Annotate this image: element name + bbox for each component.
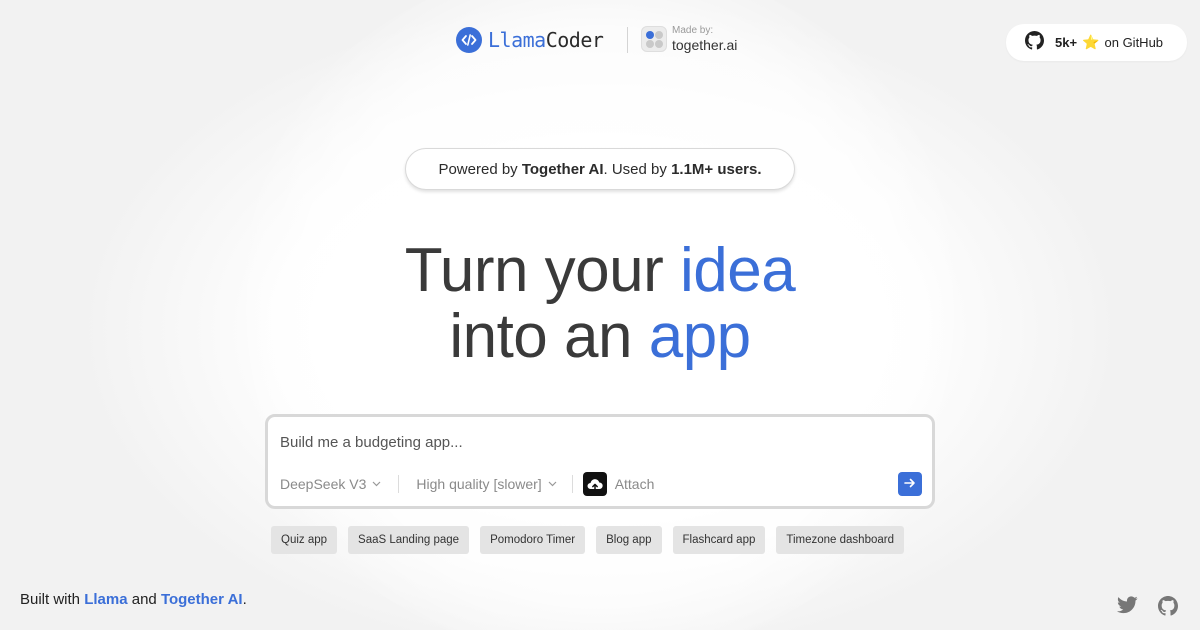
attach-label: Attach — [614, 476, 655, 492]
github-stars-button[interactable]: 5k+ ⭐ on GitHub — [1006, 24, 1187, 61]
brand-logo[interactable]: LlamaCoder — [456, 25, 604, 55]
code-brackets-icon — [456, 27, 482, 53]
headline-line1-accent: idea — [680, 236, 796, 305]
github-star-count: 5k+ — [1055, 35, 1078, 50]
quality-select-value: High quality [slower] — [416, 476, 542, 492]
footer-credits: Built with Llama and Together AI. — [20, 591, 247, 608]
chevron-down-icon — [548, 479, 557, 489]
powered-by-badge[interactable]: Powered by Together AI. Used by 1.1M+ us… — [405, 148, 795, 190]
footer-llama-link[interactable]: Llama — [84, 591, 127, 608]
github-icon — [1158, 596, 1178, 621]
suggestion-chip[interactable]: Blog app — [596, 526, 662, 554]
control-divider — [571, 475, 573, 493]
twitter-link[interactable] — [1117, 596, 1138, 619]
made-by-label: Made by: — [672, 25, 714, 36]
partner-name: together.ai — [672, 37, 738, 53]
chevron-down-icon — [372, 479, 381, 489]
badge-users: 1.1M+ users. — [671, 160, 762, 178]
arrow-right-icon — [904, 477, 916, 491]
together-ai-link[interactable]: Made by: together.ai — [641, 26, 737, 52]
footer-pre: Built with — [20, 591, 85, 608]
upload-cloud-icon — [582, 472, 607, 496]
together-logo-icon — [641, 26, 667, 52]
model-select-value: DeepSeek V3 — [280, 476, 367, 492]
page-title: Turn your idea into an app — [0, 238, 1200, 370]
github-footer-link[interactable] — [1158, 596, 1178, 621]
github-label: on GitHub — [1104, 35, 1164, 50]
brand-name-coder: Coder — [545, 28, 604, 52]
header-divider — [627, 27, 628, 53]
prompt-box: DeepSeek V3 High quality [slower] Attach — [265, 414, 935, 509]
headline-line2-accent: app — [648, 302, 751, 371]
brand-name-llama: Llama — [488, 28, 546, 52]
suggestion-chips: Quiz app SaaS Landing page Pomodoro Time… — [271, 526, 915, 554]
model-select[interactable]: DeepSeek V3 — [280, 476, 381, 492]
badge-pre: Powered by — [438, 160, 518, 178]
headline-line1-pre: Turn your — [404, 236, 681, 305]
headline-line2-pre: into an — [449, 302, 649, 371]
footer-and: and — [127, 591, 161, 608]
twitter-icon — [1117, 596, 1138, 619]
footer-post: . — [242, 591, 247, 608]
badge-company: Together AI — [521, 160, 604, 178]
control-divider — [398, 475, 400, 493]
suggestion-chip[interactable]: Timezone dashboard — [776, 526, 904, 554]
send-button[interactable] — [898, 472, 922, 496]
quality-select[interactable]: High quality [slower] — [416, 476, 557, 492]
badge-mid: . Used by — [603, 160, 667, 178]
suggestion-chip[interactable]: Flashcard app — [672, 526, 766, 554]
github-icon — [1025, 30, 1044, 55]
attach-button[interactable]: Attach — [582, 472, 655, 496]
star-icon: ⭐ — [1082, 34, 1100, 50]
suggestion-chip[interactable]: Quiz app — [271, 526, 338, 554]
brand-name: LlamaCoder — [488, 28, 604, 52]
footer-together-link[interactable]: Together AI — [161, 591, 243, 608]
suggestion-chip[interactable]: Pomodoro Timer — [480, 526, 586, 554]
suggestion-chip[interactable]: SaaS Landing page — [348, 526, 470, 554]
prompt-input[interactable] — [280, 431, 900, 453]
prompt-controls: DeepSeek V3 High quality [slower] Attach — [280, 472, 654, 496]
